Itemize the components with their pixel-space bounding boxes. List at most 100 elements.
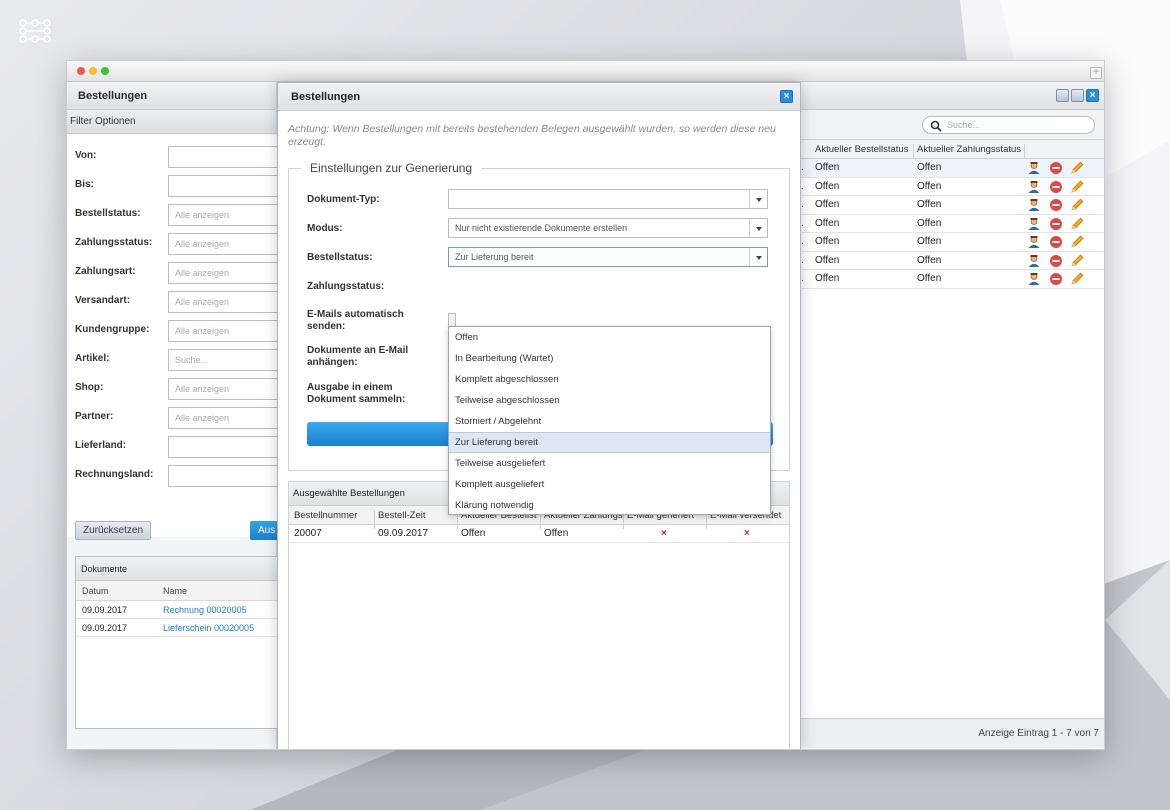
user-icon[interactable] [1027,254,1041,268]
delete-icon[interactable] [1049,235,1063,249]
order-row[interactable]: . Offen Offen [800,233,1104,252]
reset-button[interactable]: Zurücksetzen [75,521,151,540]
document-link[interactable]: Lieferschein 00020005 [163,619,254,637]
payment-status: Offen [917,254,942,266]
selected-order-row[interactable]: 20007 09.09.2017 Offen Offen × × [289,525,789,543]
dropdown-option[interactable]: Komplett ausgeliefert [449,474,770,495]
filter-label: Partner: [75,411,114,422]
chevron-down-icon[interactable] [749,219,767,237]
edit-pencil-icon[interactable] [1070,161,1084,175]
window-close-dot[interactable] [77,67,85,75]
order-row[interactable]: . Offen Offen [800,252,1104,270]
user-icon[interactable] [1027,235,1041,249]
column-header-bestell-zeit[interactable]: Bestell-Zeit [378,510,456,521]
dropdown-option[interactable]: In Bearbeitung (Wartet) [449,348,770,369]
document-row[interactable]: 09.09.2017 Rechnung 00020005 [76,601,284,619]
dropdown-option[interactable]: Offen [449,327,770,348]
filter-input-zahlungsstatus[interactable]: Alle anzeigen [168,233,288,255]
order-status-value: Zur Lieferung bereit [455,252,534,262]
filter-input-von[interactable] [168,146,288,168]
order-status: Offen [815,199,840,210]
filter-input-rechnungsland[interactable] [168,465,288,487]
filter-input-zahlungsart[interactable]: Alle anzeigen [168,262,288,284]
document-type-combo[interactable] [448,189,768,209]
chevron-down-icon[interactable] [749,248,767,266]
panel-close-icon[interactable]: × [1086,89,1099,102]
column-header-zahlungsstatus[interactable]: Aktueller Zahlungsstatus [917,144,1021,155]
edit-pencil-icon[interactable] [1070,272,1084,286]
auto-mail-label: E-Mails automatisch senden: [307,309,404,333]
column-header-bestellstatus[interactable]: Aktueller Bestellstatus [815,144,908,155]
panel-maximize-icon[interactable] [1071,89,1084,102]
row-ellipsis: . [801,180,804,192]
edit-pencil-icon[interactable] [1070,254,1084,268]
filter-input-bis[interactable] [168,175,288,197]
delete-icon[interactable] [1049,254,1063,268]
edit-pencil-icon[interactable] [1070,180,1084,194]
dropdown-option[interactable]: Teilweise abgeschlossen [449,390,770,411]
document-row[interactable]: 09.09.2017 Lieferschein 00020005 [76,619,284,637]
edit-pencil-icon[interactable] [1070,235,1084,249]
order-status-combo[interactable]: Zur Lieferung bereit [448,247,768,267]
order-time: 09.09.2017 [378,528,429,539]
dropdown-option[interactable]: Zur Lieferung bereit [449,432,770,453]
filter-input-lieferland[interactable] [168,436,288,458]
document-link[interactable]: Rechnung 00020005 [163,601,247,619]
payment-status: Offen [917,217,942,229]
dropdown-option[interactable]: Storniert / Abgelehnt [449,411,770,432]
dropdown-option[interactable]: Teilweise ausgeliefert [449,453,770,474]
edit-pencil-icon[interactable] [1070,198,1084,212]
window-maximize-dot[interactable] [101,67,109,75]
payment-status: Offen [917,199,942,210]
order-row[interactable]: . Offen Offen [800,178,1104,196]
filter-input-bestellstatus[interactable]: Alle anzeigen [168,204,288,226]
window-minimize-dot[interactable] [89,67,97,75]
auto-mail-label-line2: senden: [307,321,346,332]
delete-icon[interactable] [1049,217,1063,231]
user-icon[interactable] [1027,217,1041,231]
chevron-down-icon[interactable] [749,190,767,208]
filter-row-partner: Partner: Alle anzeigen [67,407,288,429]
dialog-close-icon[interactable]: × [780,90,793,103]
dropdown-option[interactable]: Komplett abgeschlossen [449,369,770,390]
filter-input-partner[interactable]: Alle anzeigen [168,407,288,429]
edit-pencil-icon[interactable] [1070,217,1084,231]
panel-minimize-icon[interactable] [1056,89,1069,102]
user-icon[interactable] [1027,272,1041,286]
filter-input-shop[interactable]: Alle anzeigen [168,378,288,400]
user-icon[interactable] [1027,161,1041,175]
delete-icon[interactable] [1049,272,1063,286]
documents-title: Dokumente [76,557,284,581]
order-row[interactable]: . Offen Offen [800,159,1104,178]
filter-input-artikel[interactable]: Suche... [168,349,288,371]
payment-status: Offen [917,236,942,247]
filter-label: Versandart: [75,295,131,306]
delete-icon[interactable] [1049,161,1063,175]
filter-row-von: Von: [67,146,288,168]
filter-label: Kundengruppe: [75,324,150,335]
filter-row-zahlungsstatus: Zahlungsstatus: Alle anzeigen [67,233,288,255]
mode-label: Modus: [307,223,343,234]
column-header-datum[interactable]: Datum [82,581,109,601]
dropdown-list: Offen In Bearbeitung (Wartet) Komplett abg… [449,327,770,516]
order-row[interactable]: . Offen Offen [800,270,1104,289]
filter-input-versandart[interactable]: Alle anzeigen [168,291,288,313]
delete-icon[interactable] [1049,180,1063,194]
user-icon[interactable] [1027,198,1041,212]
filter-input-kundengruppe[interactable]: Alle anzeigen [168,320,288,342]
order-status: Offen [815,254,840,266]
user-icon[interactable] [1027,180,1041,194]
order-row[interactable]: . Offen Offen [800,215,1104,233]
column-header-name[interactable]: Name [163,581,187,601]
order-row[interactable]: . Offen Offen [800,196,1104,215]
column-header-bestellnummer[interactable]: Bestellnummer [294,510,372,521]
delete-icon[interactable] [1049,198,1063,212]
mode-combo[interactable]: Nur nicht existierende Dokumente erstell… [448,218,768,238]
filter-row-bestellstatus: Bestellstatus: Alle anzeigen [67,204,288,226]
mail-generated-x-icon: × [661,528,667,539]
attach-docs-label-line1: Dokumente an E-Mail [307,345,409,356]
order-status: Offen [815,273,840,284]
dropdown-option[interactable]: Klärung notwendig [449,495,770,516]
orders-search-input[interactable]: Suche... [922,116,1095,134]
new-tab-plus-icon[interactable]: + [1090,67,1102,79]
